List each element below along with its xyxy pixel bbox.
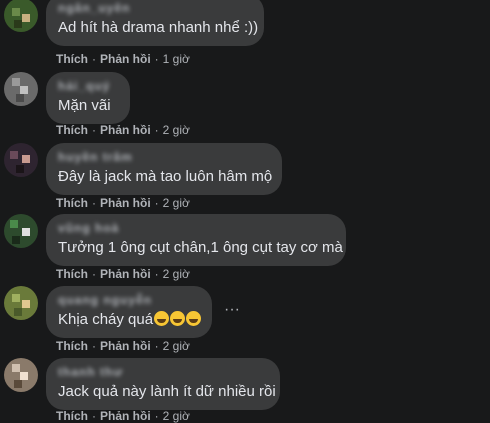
comment-author[interactable]: hải_quý xyxy=(58,79,110,93)
comment-bubble: thanh thư Jack quả này lành ít dữ nhiều … xyxy=(46,358,280,410)
like-link[interactable]: Thích xyxy=(56,52,88,66)
comment-author[interactable]: thanh thư xyxy=(58,365,123,379)
comment-author[interactable]: ngân_uyên xyxy=(58,1,130,15)
avatar[interactable] xyxy=(4,72,38,106)
like-link[interactable]: Thích xyxy=(56,123,88,137)
more-horizontal-icon[interactable]: ··· xyxy=(220,300,244,324)
like-link[interactable]: Thích xyxy=(56,339,88,353)
comment-text: Jack quả này lành ít dữ nhiều rồi xyxy=(58,383,276,400)
reply-link[interactable]: Phản hồi xyxy=(100,409,151,423)
comment-time[interactable]: 2 giờ xyxy=(163,267,190,281)
comment-actions: Thích · Phản hồi · 2 giờ xyxy=(56,409,190,423)
comment-bubble: quang nguyễn Khịa cháy quá xyxy=(46,286,212,338)
comment-bubble: huyền trâm Đây là jack mà tao luôn hâm m… xyxy=(46,143,282,195)
avatar[interactable] xyxy=(4,286,38,320)
comment-actions: Thích · Phản hồi · 2 giờ xyxy=(56,339,190,353)
reply-link[interactable]: Phản hồi xyxy=(100,52,151,66)
reply-link[interactable]: Phản hồi xyxy=(100,339,151,353)
comment-bubble: ngân_uyên Ad hít hà drama nhanh nhể :)) xyxy=(46,0,264,46)
avatar[interactable] xyxy=(4,214,38,248)
rofl-emoji-icon xyxy=(170,311,186,326)
comment-time[interactable]: 2 giờ xyxy=(163,339,190,353)
comment-actions: Thích · Phản hồi · 1 giờ xyxy=(56,52,190,66)
comment-author[interactable]: vũng hoà xyxy=(58,221,119,235)
comment-actions: Thích · Phản hồi · 2 giờ xyxy=(56,196,190,210)
comment-text-content: Khịa cháy quá xyxy=(58,311,154,328)
comment-time[interactable]: 2 giờ xyxy=(163,409,190,423)
like-link[interactable]: Thích xyxy=(56,409,88,423)
avatar[interactable] xyxy=(4,0,38,32)
comment-bubble: hải_quý Mặn vãi xyxy=(46,72,130,124)
comment-bubble: vũng hoà Tưởng 1 ông cụt chân,1 ông cụt … xyxy=(46,214,346,266)
comment-author[interactable]: quang nguyễn xyxy=(58,293,152,307)
like-link[interactable]: Thích xyxy=(56,267,88,281)
comment-author[interactable]: huyền trâm xyxy=(58,150,133,164)
avatar[interactable] xyxy=(4,143,38,177)
comment-time[interactable]: 2 giờ xyxy=(163,123,190,137)
rofl-emoji-icon xyxy=(186,311,202,326)
comment-text: Tưởng 1 ông cụt chân,1 ông cụt tay cơ mà xyxy=(58,239,343,256)
reply-link[interactable]: Phản hồi xyxy=(100,123,151,137)
rofl-emoji-icon xyxy=(154,311,170,326)
reply-link[interactable]: Phản hồi xyxy=(100,267,151,281)
comment-time[interactable]: 2 giờ xyxy=(163,196,190,210)
comment-time[interactable]: 1 giờ xyxy=(163,52,190,66)
comment-actions: Thích · Phản hồi · 2 giờ xyxy=(56,123,190,137)
like-link[interactable]: Thích xyxy=(56,196,88,210)
avatar[interactable] xyxy=(4,358,38,392)
comment-text: Đây là jack mà tao luôn hâm mộ xyxy=(58,168,273,185)
comment-text: Khịa cháy quá xyxy=(58,311,202,328)
reply-link[interactable]: Phản hồi xyxy=(100,196,151,210)
comment-actions: Thích · Phản hồi · 2 giờ xyxy=(56,267,190,281)
comment-text: Mặn vãi xyxy=(58,97,111,114)
comment-text: Ad hít hà drama nhanh nhể :)) xyxy=(58,19,259,36)
